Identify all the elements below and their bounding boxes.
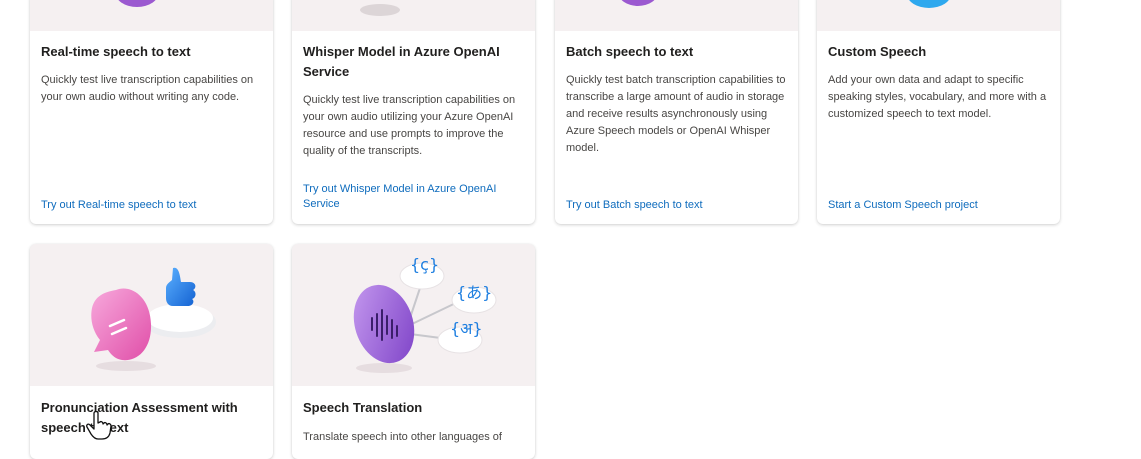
glyph-devanagari: {अ} bbox=[450, 319, 483, 338]
speech-translation-illustration: {ç} {あ} {अ} bbox=[353, 255, 497, 373]
card-hero-image bbox=[817, 0, 1060, 31]
card-description: Quickly test batch transcription capabil… bbox=[566, 74, 786, 154]
pronunciation-illustration bbox=[91, 267, 216, 371]
card-custom-speech[interactable]: Custom Speech Add your own data and adap… bbox=[817, 0, 1060, 224]
card-title: Batch speech to text bbox=[566, 44, 694, 59]
card-title: Speech Translation bbox=[303, 400, 423, 415]
purple-bubble-icon bbox=[621, 0, 655, 6]
card-title: Real-time speech to text bbox=[41, 44, 191, 59]
card-link[interactable]: Try out Real-time speech to text bbox=[41, 198, 263, 213]
card-hero-image bbox=[30, 0, 273, 31]
grey-shadow-icon bbox=[360, 4, 400, 16]
card-description: Translate speech into other languages of bbox=[303, 431, 502, 443]
blue-bubble-icon bbox=[909, 0, 949, 8]
glyph-cedilla: {ç} bbox=[410, 255, 439, 274]
card-hero-image bbox=[555, 0, 798, 31]
card-batch-speech-to-text[interactable]: Batch speech to text Quickly test batch … bbox=[555, 0, 798, 224]
card-title: Custom Speech bbox=[828, 44, 927, 59]
card-link[interactable]: Start a Custom Speech project bbox=[828, 198, 1050, 213]
card-realtime-speech-to-text[interactable]: Real-time speech to text Quickly test li… bbox=[30, 0, 273, 224]
card-hero-image: {ç} {あ} {अ} bbox=[292, 244, 535, 386]
card-title: Whisper Model in Azure OpenAI Service bbox=[303, 44, 500, 79]
card-description: Quickly test live transcription capabili… bbox=[41, 74, 254, 103]
card-link[interactable]: Try out Batch speech to text bbox=[566, 198, 788, 213]
card-speech-translation[interactable]: {ç} {あ} {अ} Speech Translation Translate… bbox=[292, 244, 535, 459]
card-hero-image bbox=[30, 244, 273, 386]
card-pronunciation-assessment[interactable]: Pronunciation Assessment with speech to … bbox=[30, 244, 273, 459]
card-hero-image bbox=[292, 0, 535, 31]
glyph-hiragana: {あ} bbox=[456, 283, 492, 302]
purple-bubble-icon bbox=[118, 0, 156, 7]
card-whisper-model[interactable]: Whisper Model in Azure OpenAI Service Qu… bbox=[292, 0, 535, 224]
card-title: Pronunciation Assessment with speech to … bbox=[41, 400, 238, 435]
hand-cursor-icon bbox=[86, 410, 112, 440]
card-description: Quickly test live transcription capabili… bbox=[303, 94, 516, 157]
card-description: Add your own data and adapt to specific … bbox=[828, 74, 1047, 120]
card-link[interactable]: Try out Whisper Model in Azure OpenAI Se… bbox=[303, 182, 525, 212]
